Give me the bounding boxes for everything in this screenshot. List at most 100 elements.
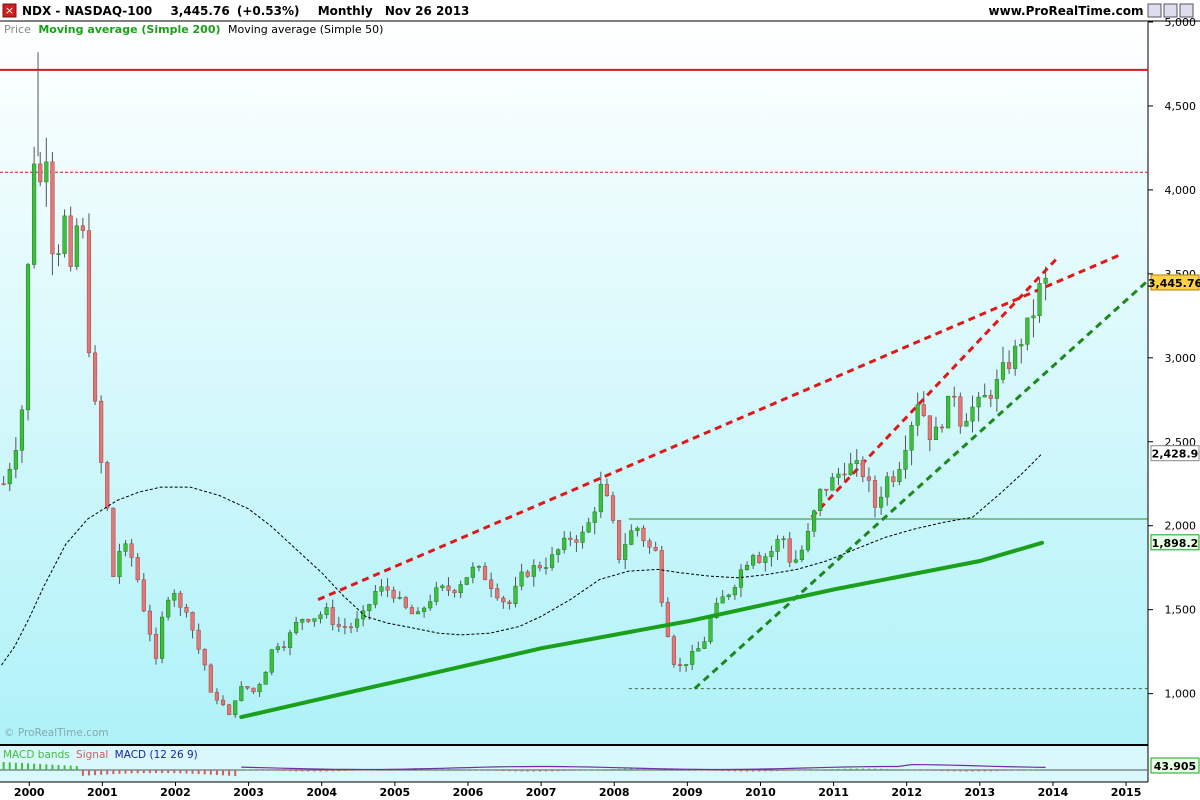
macd-bar — [161, 770, 164, 774]
candle-down — [99, 400, 104, 463]
macd-bar — [33, 763, 36, 770]
candle-up — [982, 395, 987, 398]
x-tick-label: 2012 — [891, 786, 922, 799]
macd-bar — [721, 770, 724, 772]
x-tick-label: 2011 — [818, 786, 849, 799]
candle-down — [306, 618, 311, 622]
candle-down — [86, 230, 92, 354]
macd-bar — [569, 770, 572, 771]
macd-bar — [953, 770, 956, 772]
candle-down — [952, 395, 957, 398]
window-close-button[interactable] — [1179, 3, 1194, 18]
candle-up — [1019, 344, 1024, 347]
candle-up — [732, 587, 737, 596]
macd-bar — [825, 769, 828, 770]
macd-bar — [222, 770, 225, 776]
macd-bar — [258, 770, 261, 771]
macd-bar — [8, 762, 11, 770]
candle-up — [623, 544, 628, 560]
candle-up — [909, 425, 914, 451]
y-axis-ticks: 1,0001,5002,0002,5003,0003,5004,0004,500… — [1148, 16, 1196, 701]
x-tick-label: 2014 — [1038, 786, 1069, 799]
macd-bar — [337, 770, 340, 772]
candle-up — [318, 614, 323, 619]
macd-bar — [203, 770, 206, 775]
macd-bar — [69, 765, 72, 770]
macd-bar — [179, 770, 182, 774]
candle-up — [13, 450, 18, 470]
restore-button[interactable] — [1147, 3, 1162, 18]
candle-down — [604, 483, 609, 497]
macd-bar — [928, 770, 931, 771]
macd-tag: 43.905 — [1154, 760, 1196, 773]
macd-bar — [813, 769, 816, 771]
macd-bar — [934, 770, 937, 771]
candle-down — [330, 607, 335, 625]
candle-up — [629, 530, 634, 545]
macd-bar — [849, 768, 852, 770]
macd-bar — [20, 763, 23, 770]
candle-up — [531, 565, 536, 577]
candle-down — [190, 611, 195, 631]
macd-bar — [1020, 770, 1023, 771]
candle-up — [74, 225, 79, 267]
macd-bar — [167, 770, 170, 774]
candle-up — [903, 449, 908, 470]
macd-bar — [630, 768, 633, 770]
macd-bar — [989, 770, 992, 772]
x-axis-ticks: 2000 2001 2002 2003 2004 2005 2006 2007 2008 2009… — [14, 782, 1141, 799]
candle-down — [568, 537, 573, 540]
candle-up — [1000, 362, 1006, 380]
macd-bar — [557, 770, 560, 772]
macd-bar — [599, 769, 602, 770]
macd-name-label: MACD (12 26 9) — [115, 749, 198, 761]
candle-up — [781, 538, 786, 541]
macd-bar — [142, 770, 145, 774]
macd-bar — [289, 770, 292, 772]
macd-bar — [965, 770, 968, 772]
macd-bar — [910, 769, 913, 771]
candle-up — [690, 651, 695, 665]
candle-up — [897, 469, 902, 482]
macd-bar — [886, 768, 889, 770]
candle-up — [123, 543, 128, 552]
legend-ma50: Moving average (Simple 50) — [228, 23, 383, 36]
macd-bar — [112, 770, 115, 775]
candle-up — [354, 618, 360, 628]
candle-down — [80, 225, 85, 231]
macd-bar — [959, 770, 962, 772]
candle-down — [842, 473, 847, 476]
candle-up — [1025, 317, 1030, 345]
x-tick-label: 2003 — [233, 786, 264, 799]
candle-down — [872, 480, 878, 508]
macd-bar — [739, 770, 742, 772]
candle-up — [885, 476, 890, 498]
symbol-label: NDX - NASDAQ-100 — [22, 4, 152, 18]
candle-down — [574, 539, 579, 543]
macd-bar — [81, 770, 84, 776]
macd-bar — [611, 768, 614, 770]
candle-up — [598, 483, 603, 513]
candle-down — [184, 607, 189, 613]
candle-down — [665, 602, 670, 637]
macd-bar — [593, 769, 596, 771]
candle-down — [220, 699, 226, 706]
macd-bar — [831, 768, 834, 770]
candle-down — [507, 601, 512, 604]
chart-background — [0, 22, 1148, 744]
x-tick-label: 2007 — [526, 786, 557, 799]
candle-down — [452, 590, 457, 594]
watermark: © ProRealTime.com — [4, 727, 109, 739]
candle-down — [939, 426, 945, 429]
price-chart[interactable]: 43.905 1,0001,5002,0002,5003,0003,5004,0… — [0, 0, 1200, 800]
macd-bar — [538, 770, 541, 772]
macd-bar — [544, 770, 547, 772]
candle-up — [294, 622, 299, 633]
candle-down — [482, 566, 488, 581]
macd-bar — [118, 770, 121, 774]
maximize-button[interactable] — [1163, 3, 1178, 18]
macd-bar — [502, 770, 505, 772]
candle-down — [787, 538, 792, 563]
candle-up — [684, 664, 689, 666]
macd-bar — [325, 770, 328, 772]
